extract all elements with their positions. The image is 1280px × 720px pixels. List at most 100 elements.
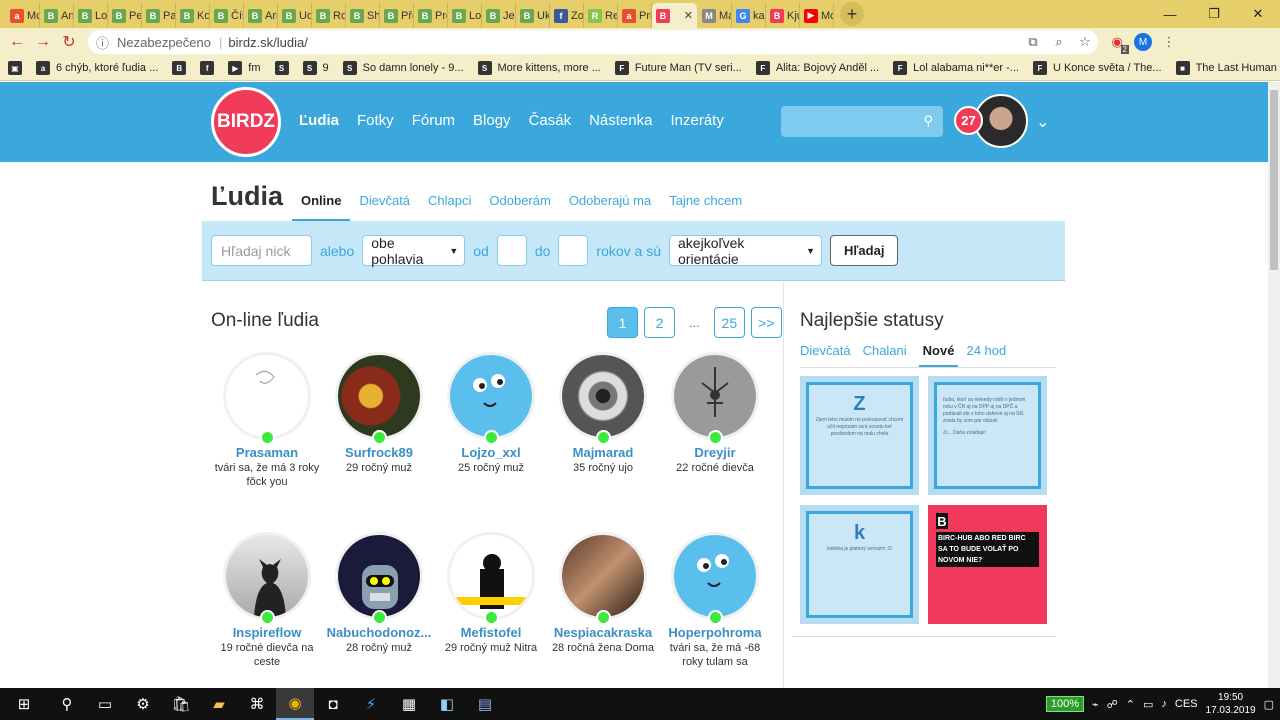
translate-icon[interactable]: ⧉ (1020, 29, 1046, 55)
chrome-icon[interactable]: ◉ (276, 688, 314, 720)
notification-center-icon[interactable]: ▢ (1264, 698, 1274, 711)
browser-tab[interactable]: BPar (142, 3, 176, 28)
info-icon[interactable]: ⓘ (96, 33, 109, 52)
browser-tab[interactable]: BRol (312, 3, 346, 28)
user-name[interactable]: Mefistofel (435, 625, 547, 640)
browser-tab[interactable]: R Re (584, 3, 618, 28)
profile-avatar[interactable]: M (1130, 29, 1156, 55)
browser-tab[interactable]: f Zo (550, 3, 584, 28)
user-card[interactable]: Nespiacakraska 28 ročná žena Doma (547, 532, 659, 712)
camera-icon[interactable]: ◘ (314, 688, 352, 720)
bookmark-item[interactable]: ■ The Last Human 12... (1175, 61, 1280, 75)
browser-tab[interactable]: BPře (380, 3, 414, 28)
nav-item[interactable]: Fórum (412, 112, 455, 129)
bookmark-item[interactable]: ▣ (8, 61, 22, 75)
document-icon[interactable]: ▤ (466, 688, 504, 720)
status-card[interactable]: k kolieba je platený sensizm :D (800, 505, 919, 624)
browser-tab[interactable]: BLov (448, 3, 482, 28)
browser-tab[interactable]: B Uk (516, 3, 550, 28)
nav-item[interactable]: Fotky (357, 112, 394, 129)
bookmark-item[interactable]: S So damn lonely - 9... (342, 61, 464, 75)
page-button[interactable]: 25 (713, 307, 745, 338)
zoom-icon[interactable]: ⌕ (1046, 29, 1072, 55)
age-from-input[interactable] (496, 235, 527, 266)
page-button[interactable]: 2 (644, 307, 675, 338)
browser-tab[interactable]: BKju (766, 3, 800, 28)
user-card[interactable]: Mefistofel 29 ročný muž Nitra (435, 532, 547, 712)
nav-item[interactable]: Ľudia (299, 112, 339, 129)
browser-tab[interactable]: BArr (244, 3, 278, 28)
browser-tab[interactable]: B An (40, 3, 74, 28)
bookmark-item[interactable]: S More kittens, more ... (477, 61, 601, 75)
browser-tab[interactable]: a Pri (618, 3, 652, 28)
user-card[interactable]: Dreyjir 22 ročné dievča (659, 352, 771, 532)
menu-icon[interactable]: ⋮ (1156, 29, 1182, 55)
user-avatar[interactable] (223, 532, 311, 620)
people-tab[interactable]: Online (292, 186, 351, 221)
clock[interactable]: 19:50 17.03.2019 (1206, 691, 1256, 717)
settings-gear-icon[interactable]: ⚙ (124, 688, 162, 720)
back-button[interactable]: ← (4, 29, 30, 55)
nav-item[interactable]: Inzeráty (670, 112, 723, 129)
user-card[interactable]: Hoperpohroma tvári sa, že má -68 roky tul… (659, 532, 771, 712)
new-tab-button[interactable]: + (840, 2, 864, 26)
bookmark-item[interactable]: ▶ fm (228, 61, 261, 75)
people-tab[interactable]: Odoberajú ma (560, 186, 660, 221)
address-bar[interactable]: ⓘ Nezabezpečeno | birdz.sk/ludia/ ⧉ ⌕ ☆ (88, 30, 1098, 54)
browser-tab[interactable]: BJed (482, 3, 516, 28)
browser-tab[interactable]: BKor (176, 3, 210, 28)
people-tab[interactable]: Odoberám (480, 186, 559, 221)
bookmark-item[interactable]: F Future Man (TV seri... (614, 61, 742, 75)
user-avatar[interactable] (559, 532, 647, 620)
browser-tab[interactable]: Gkar (732, 3, 766, 28)
folder-icon[interactable]: ▰ (200, 688, 238, 720)
bookmark-item[interactable]: S9 (302, 61, 329, 75)
people-tab[interactable]: Dievčatá (350, 186, 419, 221)
maximize-button[interactable]: ❐ (1192, 0, 1236, 28)
volume-icon[interactable]: ♪ (1161, 698, 1167, 710)
browser-tab[interactable]: BPet (108, 3, 142, 28)
chevron-down-icon[interactable]: ⌄ (1036, 112, 1049, 132)
nav-item[interactable]: Časák (529, 112, 572, 129)
browser-tab[interactable]: B Ud (278, 3, 312, 28)
bookmark-item[interactable]: B (172, 61, 187, 75)
reload-button[interactable]: ↻ (56, 29, 82, 55)
scrollbar-thumb[interactable] (1270, 90, 1278, 270)
page-button[interactable]: >> (750, 307, 782, 338)
windows-start-icon[interactable]: ⊞ (0, 688, 48, 720)
browser-tab[interactable]: ▶Mc (800, 3, 834, 28)
orientation-select[interactable]: akejkoľvek orientácie ▼ (669, 235, 823, 267)
bookmark-item[interactable]: S (274, 61, 289, 75)
user-name[interactable]: Prasaman (211, 445, 323, 460)
user-avatar[interactable] (447, 532, 535, 620)
extension-icon[interactable]: ◉ 2 (1104, 29, 1130, 55)
nav-item[interactable]: Nástenka (589, 112, 652, 129)
close-tab-icon[interactable]: ✕ (684, 9, 693, 22)
user-avatar[interactable] (223, 352, 311, 440)
task-view-icon[interactable]: ▭ (86, 688, 124, 720)
browser-tab[interactable]: BLov (74, 3, 108, 28)
user-avatar[interactable] (447, 352, 535, 440)
user-card[interactable]: Surfrock89 29 ročný muž (323, 352, 435, 532)
user-avatar[interactable] (671, 532, 759, 620)
status-card[interactable]: Z Zjem lebo musim ne prekusovať chcem uči… (800, 376, 919, 495)
bookmark-item[interactable]: f (200, 61, 215, 75)
monitor-icon[interactable]: ▭ (1143, 698, 1153, 711)
user-card[interactable]: Nabuchodonoz... 28 ročný muž (323, 532, 435, 712)
nav-item[interactable]: Blogy (473, 112, 511, 129)
people-icon[interactable]: ☍ (1107, 698, 1118, 711)
browser-tab[interactable]: MMa (698, 3, 732, 28)
search-icon[interactable]: ⚲ (923, 113, 933, 129)
user-avatar[interactable] (671, 352, 759, 440)
page-button[interactable]: 1 (607, 307, 638, 338)
browser-tab[interactable]: aMc (6, 3, 40, 28)
nick-input[interactable]: Hľadaj nick (211, 235, 312, 266)
browser-tab[interactable]: BShr (346, 3, 380, 28)
search-button[interactable]: Hľadaj (830, 235, 899, 266)
close-window-button[interactable]: ✕ (1236, 0, 1280, 28)
user-card[interactable]: Prasaman tvári sa, že má 3 roky fŏck you (211, 352, 323, 532)
user-name[interactable]: Surfrock89 (323, 445, 435, 460)
network-icon[interactable]: ⌘ (238, 688, 276, 720)
scrollbar[interactable] (1268, 82, 1280, 688)
search-icon[interactable]: ⚲ (48, 688, 86, 720)
